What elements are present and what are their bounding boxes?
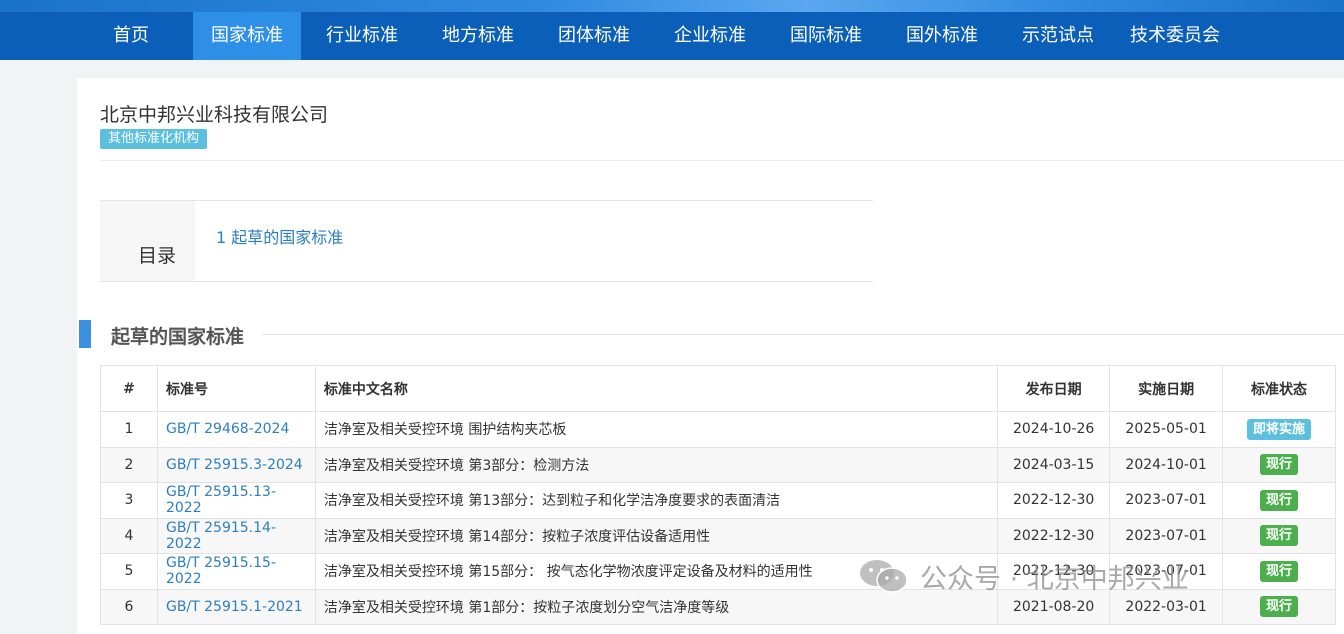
col-header-implemented: 实施日期 [1109,365,1224,412]
published-date: 2021-08-20 [997,588,1111,625]
published-date: 2024-10-26 [997,411,1111,448]
status-badge: 现行 [1260,489,1299,511]
toc-label: 目录 [138,245,177,267]
main-nav: 首页 国家标准 行业标准 地方标准 团体标准 企业标准 国际标准 国外标准 示范… [0,12,1344,60]
row-number: 3 [100,482,158,519]
section-title: 起草的国家标准 [111,326,245,348]
status-badge: 现行 [1260,525,1299,547]
org-type-badge: 其他标准化机构 [100,129,208,149]
standard-code-link[interactable]: GB/T 25915.15-2022 [166,555,276,587]
row-number: 1 [100,411,158,448]
col-header-published: 发布日期 [997,365,1111,412]
standard-code-link[interactable]: GB/T 29468-2024 [166,421,289,437]
top-banner [0,0,1344,12]
nav-item-enterprise-standards[interactable]: 企业标准 [660,12,760,60]
row-number: 5 [100,553,158,590]
table-row: 2 GB/T 25915.3-2024 洁净室及相关受控环境 第3部分：检测方法… [100,446,1336,483]
table-row: 3 GB/T 25915.13-2022 洁净室及相关受控环境 第13部分：达到… [100,482,1336,519]
implemented-date: 2025-05-01 [1109,411,1224,448]
standard-name: 洁净室及相关受控环境 第14部分：按粒子浓度评估设备适用性 [314,517,999,554]
toc-link-national-standards[interactable]: 1 起草的国家标准 [216,224,343,248]
standard-name: 洁净室及相关受控环境 第15部分： 按气态化学物浓度评定设备及材料的适用性 [314,553,999,590]
col-header-number: # [100,365,158,412]
nav-item-international-standards[interactable]: 国际标准 [776,12,876,60]
section-divider [262,334,1344,335]
published-date: 2022-12-30 [997,517,1111,554]
implemented-date: 2023-07-01 [1109,517,1224,554]
row-number: 4 [100,517,158,554]
standard-name: 洁净室及相关受控环境 第1部分：按粒子浓度划分空气洁净度等级 [314,588,999,625]
toc-label-box: 目录 [100,201,195,281]
col-header-status: 标准状态 [1222,365,1336,412]
implemented-date: 2022-03-01 [1109,588,1224,625]
table-row: 1 GB/T 29468-2024 洁净室及相关受控环境 围护结构夹芯板 202… [100,411,1336,448]
status-badge: 现行 [1260,560,1299,582]
nav-item-national-standards[interactable]: 国家标准 [193,12,301,60]
standard-name: 洁净室及相关受控环境 第13部分：达到粒子和化学洁净度要求的表面清洁 [314,482,999,519]
standard-code-link[interactable]: GB/T 25915.3-2024 [166,457,303,473]
nav-item-group-standards[interactable]: 团体标准 [544,12,644,60]
table-row: 4 GB/T 25915.14-2022 洁净室及相关受控环境 第14部分：按粒… [100,517,1336,554]
row-number: 6 [100,588,158,625]
nav-item-tech-committee[interactable]: 技术委员会 [1120,12,1230,60]
col-header-code: 标准号 [156,365,316,412]
standard-name: 洁净室及相关受控环境 围护结构夹芯板 [314,411,999,448]
company-name: 北京中邦兴业科技有限公司 [100,104,329,126]
table-header-row: # 标准号 标准中文名称 发布日期 实施日期 标准状态 [100,365,1336,412]
nav-item-foreign-standards[interactable]: 国外标准 [892,12,992,60]
status-badge: 即将实施 [1247,418,1312,440]
published-date: 2022-12-30 [997,553,1111,590]
implemented-date: 2023-07-01 [1109,482,1224,519]
col-header-name: 标准中文名称 [314,365,999,412]
status-badge: 现行 [1260,454,1299,476]
standards-table: # 标准号 标准中文名称 发布日期 实施日期 标准状态 1 GB/T 29468… [100,365,1336,625]
standard-code-link[interactable]: GB/T 25915.14-2022 [166,520,276,552]
implemented-date: 2024-10-01 [1109,446,1224,483]
standard-name: 洁净室及相关受控环境 第3部分：检测方法 [314,446,999,483]
nav-item-home[interactable]: 首页 [96,12,166,60]
standard-code-link[interactable]: GB/T 25915.13-2022 [166,484,276,516]
nav-item-local-standards[interactable]: 地方标准 [428,12,528,60]
table-row: 5 GB/T 25915.15-2022 洁净室及相关受控环境 第15部分： 按… [100,553,1336,590]
row-number: 2 [100,446,158,483]
published-date: 2024-03-15 [997,446,1111,483]
divider [100,160,1344,161]
published-date: 2022-12-30 [997,482,1111,519]
implemented-date: 2023-07-01 [1109,553,1224,590]
section-marker [79,320,91,348]
standard-code-link[interactable]: GB/T 25915.1-2021 [166,599,303,615]
status-badge: 现行 [1260,596,1299,618]
nav-item-industry-standards[interactable]: 行业标准 [312,12,412,60]
nav-item-pilot-demo[interactable]: 示范试点 [1008,12,1108,60]
table-of-contents: 目录 1 起草的国家标准 [100,200,873,282]
table-row: 6 GB/T 25915.1-2021 洁净室及相关受控环境 第1部分：按粒子浓… [100,588,1336,625]
